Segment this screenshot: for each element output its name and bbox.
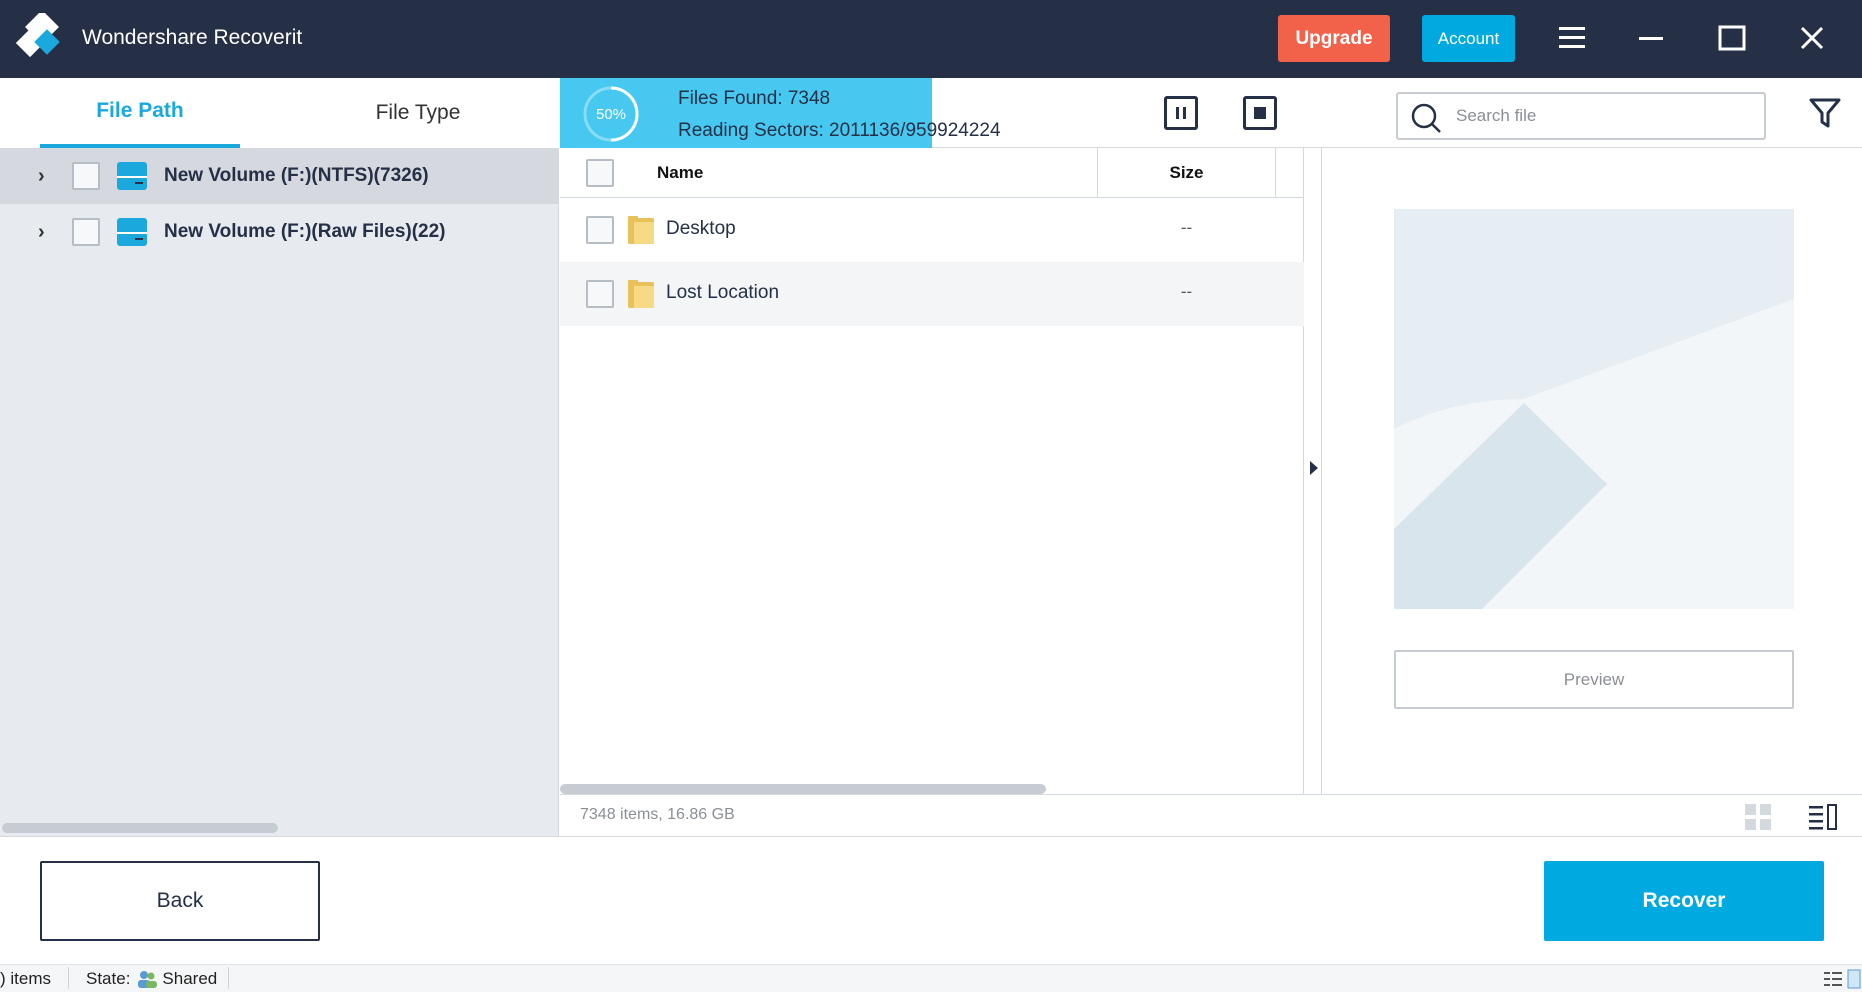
os-item-count: ) items [0, 969, 51, 988]
row-size: -- [1180, 218, 1193, 237]
filter-icon[interactable] [1808, 96, 1842, 130]
left-panel: File Path File Type › New Volume (F:)(NT… [0, 78, 559, 836]
close-button[interactable] [1792, 18, 1832, 58]
maximize-icon [1718, 25, 1746, 51]
account-button[interactable]: Account [1422, 15, 1515, 62]
status-divider [228, 967, 229, 989]
preview-button[interactable]: Preview [1394, 650, 1794, 709]
items-summary: 7348 items, 16.86 GB [580, 806, 735, 823]
select-all-checkbox[interactable] [586, 159, 614, 187]
files-found: Files Found: 7348 [678, 88, 831, 109]
row-name: Lost Location [666, 282, 780, 303]
preview-toggle[interactable] [1304, 148, 1322, 794]
preview-panel: Preview [1323, 148, 1862, 794]
row-size: -- [1180, 282, 1193, 301]
tab-file-path[interactable]: File Path [40, 78, 240, 148]
drive-icon [117, 162, 147, 190]
state-value: Shared [162, 969, 218, 988]
upgrade-button[interactable]: Upgrade [1278, 15, 1390, 62]
list-horizontal-scrollbar[interactable] [560, 784, 1046, 794]
minimize-icon [1639, 37, 1663, 40]
chevron-right-icon[interactable]: › [38, 165, 45, 188]
grid-view-icon[interactable] [1744, 803, 1772, 831]
close-icon [1800, 26, 1824, 50]
tree-item-label: New Volume (F:)(Raw Files)(22) [164, 221, 446, 242]
list-view-icon[interactable] [1808, 803, 1838, 831]
chevron-right-icon[interactable]: › [38, 221, 45, 244]
minimize-button[interactable] [1631, 18, 1671, 58]
os-state: State: Shared [86, 969, 217, 989]
pause-button[interactable] [1164, 96, 1198, 130]
list-header: Name Size [560, 148, 1304, 198]
tree-item-raw-files[interactable]: › New Volume (F:)(Raw Files)(22) [0, 204, 559, 260]
menu-button[interactable] [1552, 18, 1592, 58]
tree-item-label: New Volume (F:)(NTFS)(7326) [164, 165, 429, 186]
title-bar: Wondershare Recoverit Upgrade Account [0, 0, 1862, 78]
image-placeholder-icon [1394, 209, 1794, 609]
app-title: Wondershare Recoverit [82, 26, 303, 49]
state-label: State: [86, 969, 131, 988]
row-checkbox[interactable] [586, 216, 614, 244]
shared-icon [138, 971, 158, 988]
tab-file-type[interactable]: File Type [318, 78, 518, 148]
tree-item-ntfs[interactable]: › New Volume (F:)(NTFS)(7326) [0, 148, 559, 204]
row-name: Desktop [666, 218, 736, 239]
drive-icon [117, 218, 147, 246]
search-input[interactable] [1456, 100, 1756, 132]
caret-right-icon [1310, 461, 1318, 475]
maximize-button[interactable] [1712, 18, 1752, 58]
tree-checkbox[interactable] [72, 218, 100, 246]
file-list: Name Size Desktop -- Lost Location -- [560, 148, 1304, 794]
app-window: Wondershare Recoverit Upgrade Account Fi… [0, 0, 1862, 992]
left-horizontal-scrollbar[interactable] [2, 823, 278, 833]
view-tabs: File Path File Type [0, 78, 559, 148]
recover-button[interactable]: Recover [1544, 861, 1824, 941]
column-header-name[interactable]: Name [657, 163, 703, 183]
scan-percent: 50% [595, 105, 627, 123]
pause-icon [1176, 107, 1186, 119]
stop-button[interactable] [1243, 96, 1277, 130]
os-status-bar: ) items State: Shared [0, 964, 1862, 992]
stats-bar: 7348 items, 16.86 GB [560, 794, 1862, 836]
table-row[interactable]: Lost Location -- [560, 262, 1304, 326]
logo-icon [16, 13, 60, 58]
tree-checkbox[interactable] [72, 162, 100, 190]
search-icon [1411, 103, 1441, 133]
details-view-icon[interactable] [1822, 969, 1862, 989]
reading-sectors: Reading Sectors: 2011136/959924224 [678, 120, 1001, 141]
scan-status-bar: 50% Files Found: 7348 Reading Sectors: 2… [560, 78, 1862, 148]
folder-icon [628, 216, 654, 244]
menu-icon [1559, 27, 1585, 48]
footer: Back Recover [0, 836, 1862, 964]
table-row[interactable]: Desktop -- [560, 198, 1304, 262]
status-divider [68, 967, 69, 989]
row-checkbox[interactable] [586, 280, 614, 308]
stop-icon [1254, 107, 1266, 119]
column-header-size[interactable]: Size [1097, 148, 1276, 198]
back-button[interactable]: Back [40, 861, 320, 941]
search-box[interactable] [1396, 92, 1766, 140]
folder-icon [628, 280, 654, 308]
